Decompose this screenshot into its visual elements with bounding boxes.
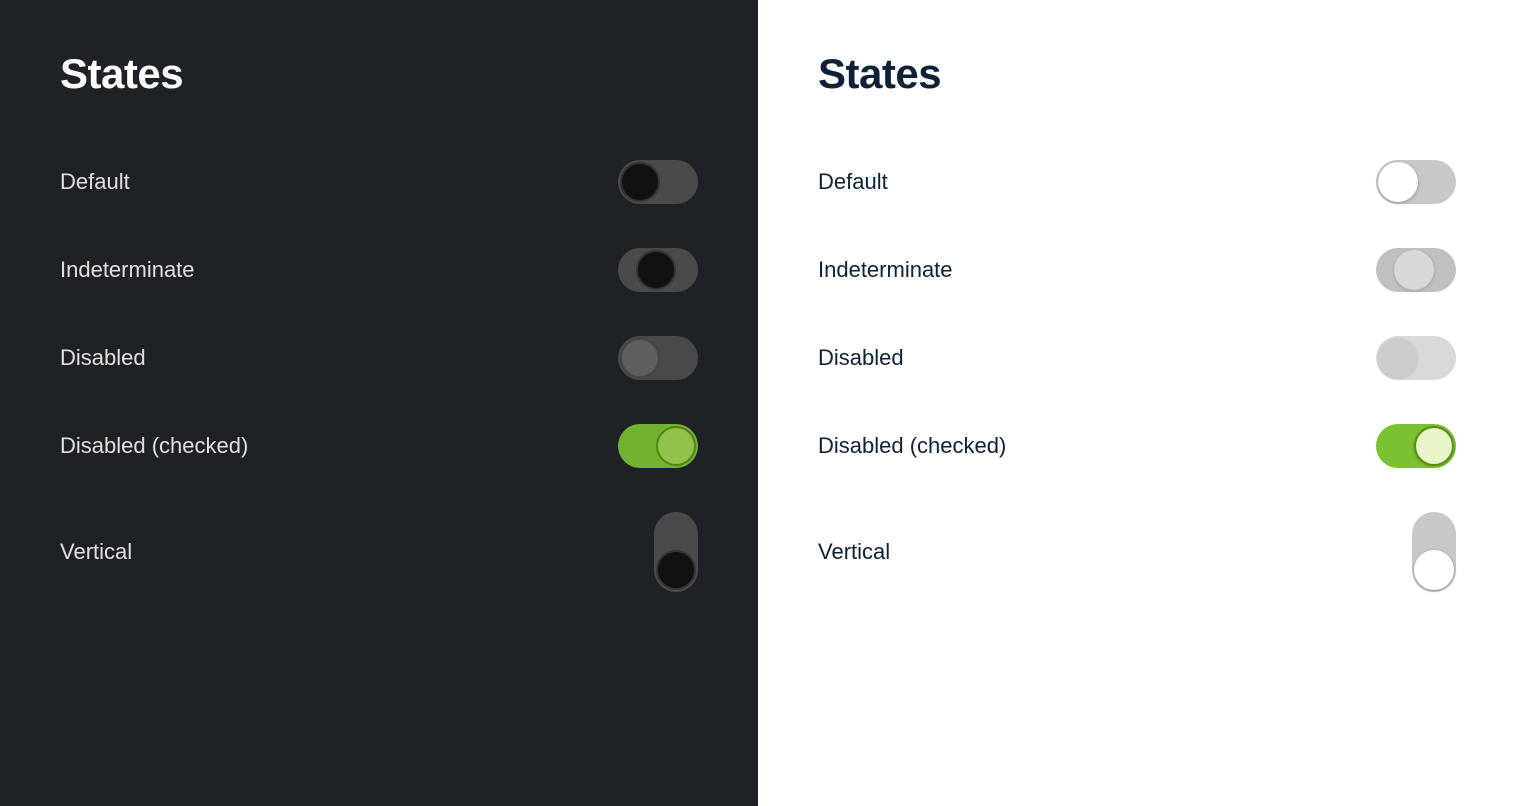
toggle-vertical-light[interactable] — [1412, 512, 1456, 592]
toggle-track-default-light[interactable] — [1376, 160, 1456, 204]
toggle-vertical-dark[interactable] — [654, 512, 698, 592]
toggle-knob-indeterminate-light — [1394, 250, 1434, 290]
toggle-knob-vertical-light — [1414, 550, 1454, 590]
toggle-knob-default-light — [1378, 162, 1418, 202]
label-disabled-checked-dark: Disabled (checked) — [60, 433, 248, 459]
toggle-knob-disabled-dark — [620, 338, 660, 378]
toggle-knob-disabled-light — [1378, 338, 1418, 378]
light-panel: States Default Indeterminate Disabled Di… — [758, 0, 1516, 806]
state-row-default-dark: Default — [60, 138, 698, 226]
toggle-knob-vertical-dark — [656, 550, 696, 590]
label-indeterminate-light: Indeterminate — [818, 257, 953, 283]
state-row-disabled-checked-light: Disabled (checked) — [818, 402, 1456, 490]
toggle-disabled-checked-light — [1376, 424, 1456, 468]
toggle-track-vertical-light[interactable] — [1412, 512, 1456, 592]
toggle-track-disabled-checked-light — [1376, 424, 1456, 468]
toggle-knob-disabled-checked-light — [1414, 426, 1454, 466]
toggle-indeterminate-light[interactable] — [1376, 248, 1456, 292]
toggle-track-disabled-checked-dark — [618, 424, 698, 468]
state-row-default-light: Default — [818, 138, 1456, 226]
state-row-indeterminate-light: Indeterminate — [818, 226, 1456, 314]
toggle-disabled-light — [1376, 336, 1456, 380]
toggle-knob-default-dark — [620, 162, 660, 202]
state-row-disabled-dark: Disabled — [60, 314, 698, 402]
state-row-disabled-light: Disabled — [818, 314, 1456, 402]
toggle-knob-disabled-checked-dark — [656, 426, 696, 466]
toggle-disabled-dark — [618, 336, 698, 380]
label-vertical-light: Vertical — [818, 539, 890, 565]
toggle-disabled-checked-dark — [618, 424, 698, 468]
light-panel-title: States — [818, 50, 1456, 98]
state-row-vertical-dark: Vertical — [60, 490, 698, 614]
dark-panel: States Default Indeterminate Disabled Di… — [0, 0, 758, 806]
dark-panel-title: States — [60, 50, 698, 98]
toggle-default-dark[interactable] — [618, 160, 698, 204]
label-default-dark: Default — [60, 169, 130, 195]
label-vertical-dark: Vertical — [60, 539, 132, 565]
toggle-knob-indeterminate-dark — [636, 250, 676, 290]
label-default-light: Default — [818, 169, 888, 195]
toggle-indeterminate-dark[interactable] — [618, 248, 698, 292]
label-indeterminate-dark: Indeterminate — [60, 257, 195, 283]
state-row-indeterminate-dark: Indeterminate — [60, 226, 698, 314]
state-row-disabled-checked-dark: Disabled (checked) — [60, 402, 698, 490]
state-row-vertical-light: Vertical — [818, 490, 1456, 614]
toggle-track-disabled-dark — [618, 336, 698, 380]
label-disabled-checked-light: Disabled (checked) — [818, 433, 1006, 459]
toggle-track-disabled-light — [1376, 336, 1456, 380]
label-disabled-dark: Disabled — [60, 345, 146, 371]
toggle-track-indeterminate-dark[interactable] — [618, 248, 698, 292]
label-disabled-light: Disabled — [818, 345, 904, 371]
toggle-track-vertical-dark[interactable] — [654, 512, 698, 592]
toggle-track-default-dark[interactable] — [618, 160, 698, 204]
toggle-track-indeterminate-light[interactable] — [1376, 248, 1456, 292]
toggle-default-light[interactable] — [1376, 160, 1456, 204]
